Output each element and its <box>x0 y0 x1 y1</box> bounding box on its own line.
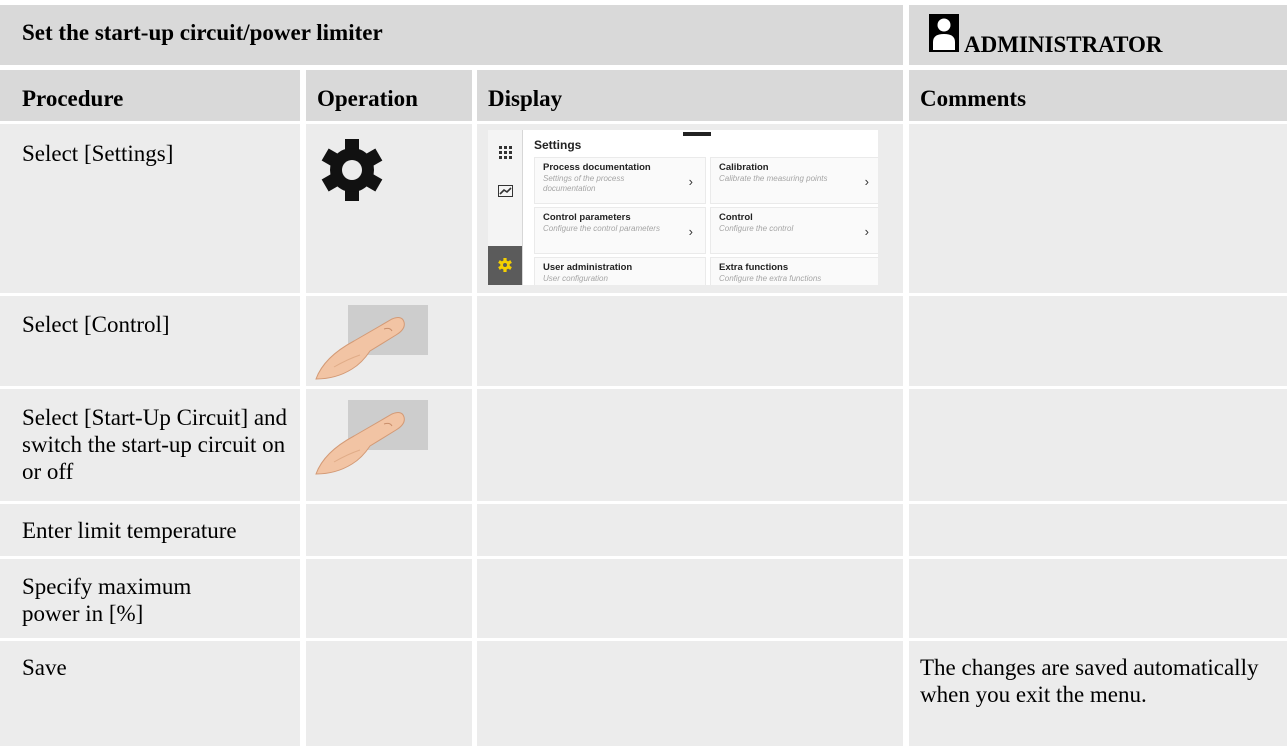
apps-grid-icon <box>499 146 512 159</box>
col-header-display-label: Display <box>488 86 563 111</box>
tile-subtitle: Calibrate the measuring points <box>719 174 828 183</box>
procedure-text: Enter limit temperature <box>22 518 237 543</box>
settings-rail-item <box>488 246 522 285</box>
procedure-text: Select [Control] <box>22 312 170 337</box>
gear-icon <box>498 258 512 272</box>
table-row <box>0 296 300 386</box>
finger-tap-icon <box>315 305 428 380</box>
settings-screenshot: Settings Process documentation Settings … <box>488 130 878 285</box>
operation-cell <box>306 559 472 638</box>
display-cell <box>477 389 903 501</box>
procedure-text: Save <box>22 655 67 680</box>
chevron-right-icon: › <box>864 224 869 239</box>
side-rail <box>488 130 523 285</box>
tile-extra-functions: Extra functions Configure the extra func… <box>710 257 878 285</box>
tile-user-administration: User administration User configuration › <box>534 257 706 285</box>
chevron-right-icon: › <box>689 282 693 285</box>
procedure-text: Select [Start-Up Circuit] and switch the… <box>22 405 288 484</box>
comment-cell <box>909 389 1287 501</box>
tile-label: User administration <box>543 262 633 273</box>
tile-subtitle: Settings of the process documentation <box>543 174 625 193</box>
settings-title: Settings <box>534 138 582 152</box>
col-header-comments-label: Comments <box>920 86 1027 111</box>
comment-text: The changes are saved automatically when… <box>920 655 1259 707</box>
comment-cell <box>909 504 1287 556</box>
display-cell <box>477 296 903 386</box>
tile-label: Control parameters <box>543 212 631 223</box>
chevron-right-icon: › <box>864 174 869 189</box>
operation-cell <box>306 504 472 556</box>
tile-subtitle: Configure the extra functions <box>719 274 822 283</box>
comment-cell <box>909 559 1287 638</box>
col-header-operation-label: Operation <box>317 86 418 111</box>
col-header-procedure-label: Procedure <box>22 86 124 111</box>
user-icon <box>929 14 959 52</box>
tile-subtitle: Configure the control <box>719 224 794 233</box>
top-handle <box>683 132 711 136</box>
operation-cell <box>306 641 472 746</box>
tile-calibration: Calibration Calibrate the measuring poin… <box>710 157 878 204</box>
chevron-right-icon: › <box>688 224 693 239</box>
chevron-right-icon: › <box>865 282 869 285</box>
procedure-text: Select [Settings] <box>22 141 174 166</box>
display-cell <box>477 641 903 746</box>
tile-label: Extra functions <box>719 262 789 273</box>
procedure-text: Specify maximum power in [%] <box>22 574 192 626</box>
display-cell <box>477 559 903 638</box>
tile-control-parameters: Control parameters Configure the control… <box>534 207 706 254</box>
tile-label: Process documentation <box>543 162 651 173</box>
tile-label: Calibration <box>719 162 769 173</box>
chart-icon <box>498 185 513 197</box>
tile-subtitle: Configure the control parameters <box>543 224 660 233</box>
page-title: Set the start-up circuit/power limiter <box>22 20 383 45</box>
comment-cell <box>909 296 1287 386</box>
display-cell <box>477 504 903 556</box>
gear-icon <box>321 139 383 201</box>
tile-control: Control Configure the control › <box>710 207 878 254</box>
tile-process-documentation: Process documentation Settings of the pr… <box>534 157 706 204</box>
comment-cell <box>909 124 1287 293</box>
chevron-right-icon: › <box>688 174 693 189</box>
role-label: ADMINISTRATOR <box>964 32 1163 57</box>
tile-subtitle: User configuration <box>543 274 608 283</box>
tile-label: Control <box>719 212 753 223</box>
finger-tap-icon <box>315 400 428 475</box>
